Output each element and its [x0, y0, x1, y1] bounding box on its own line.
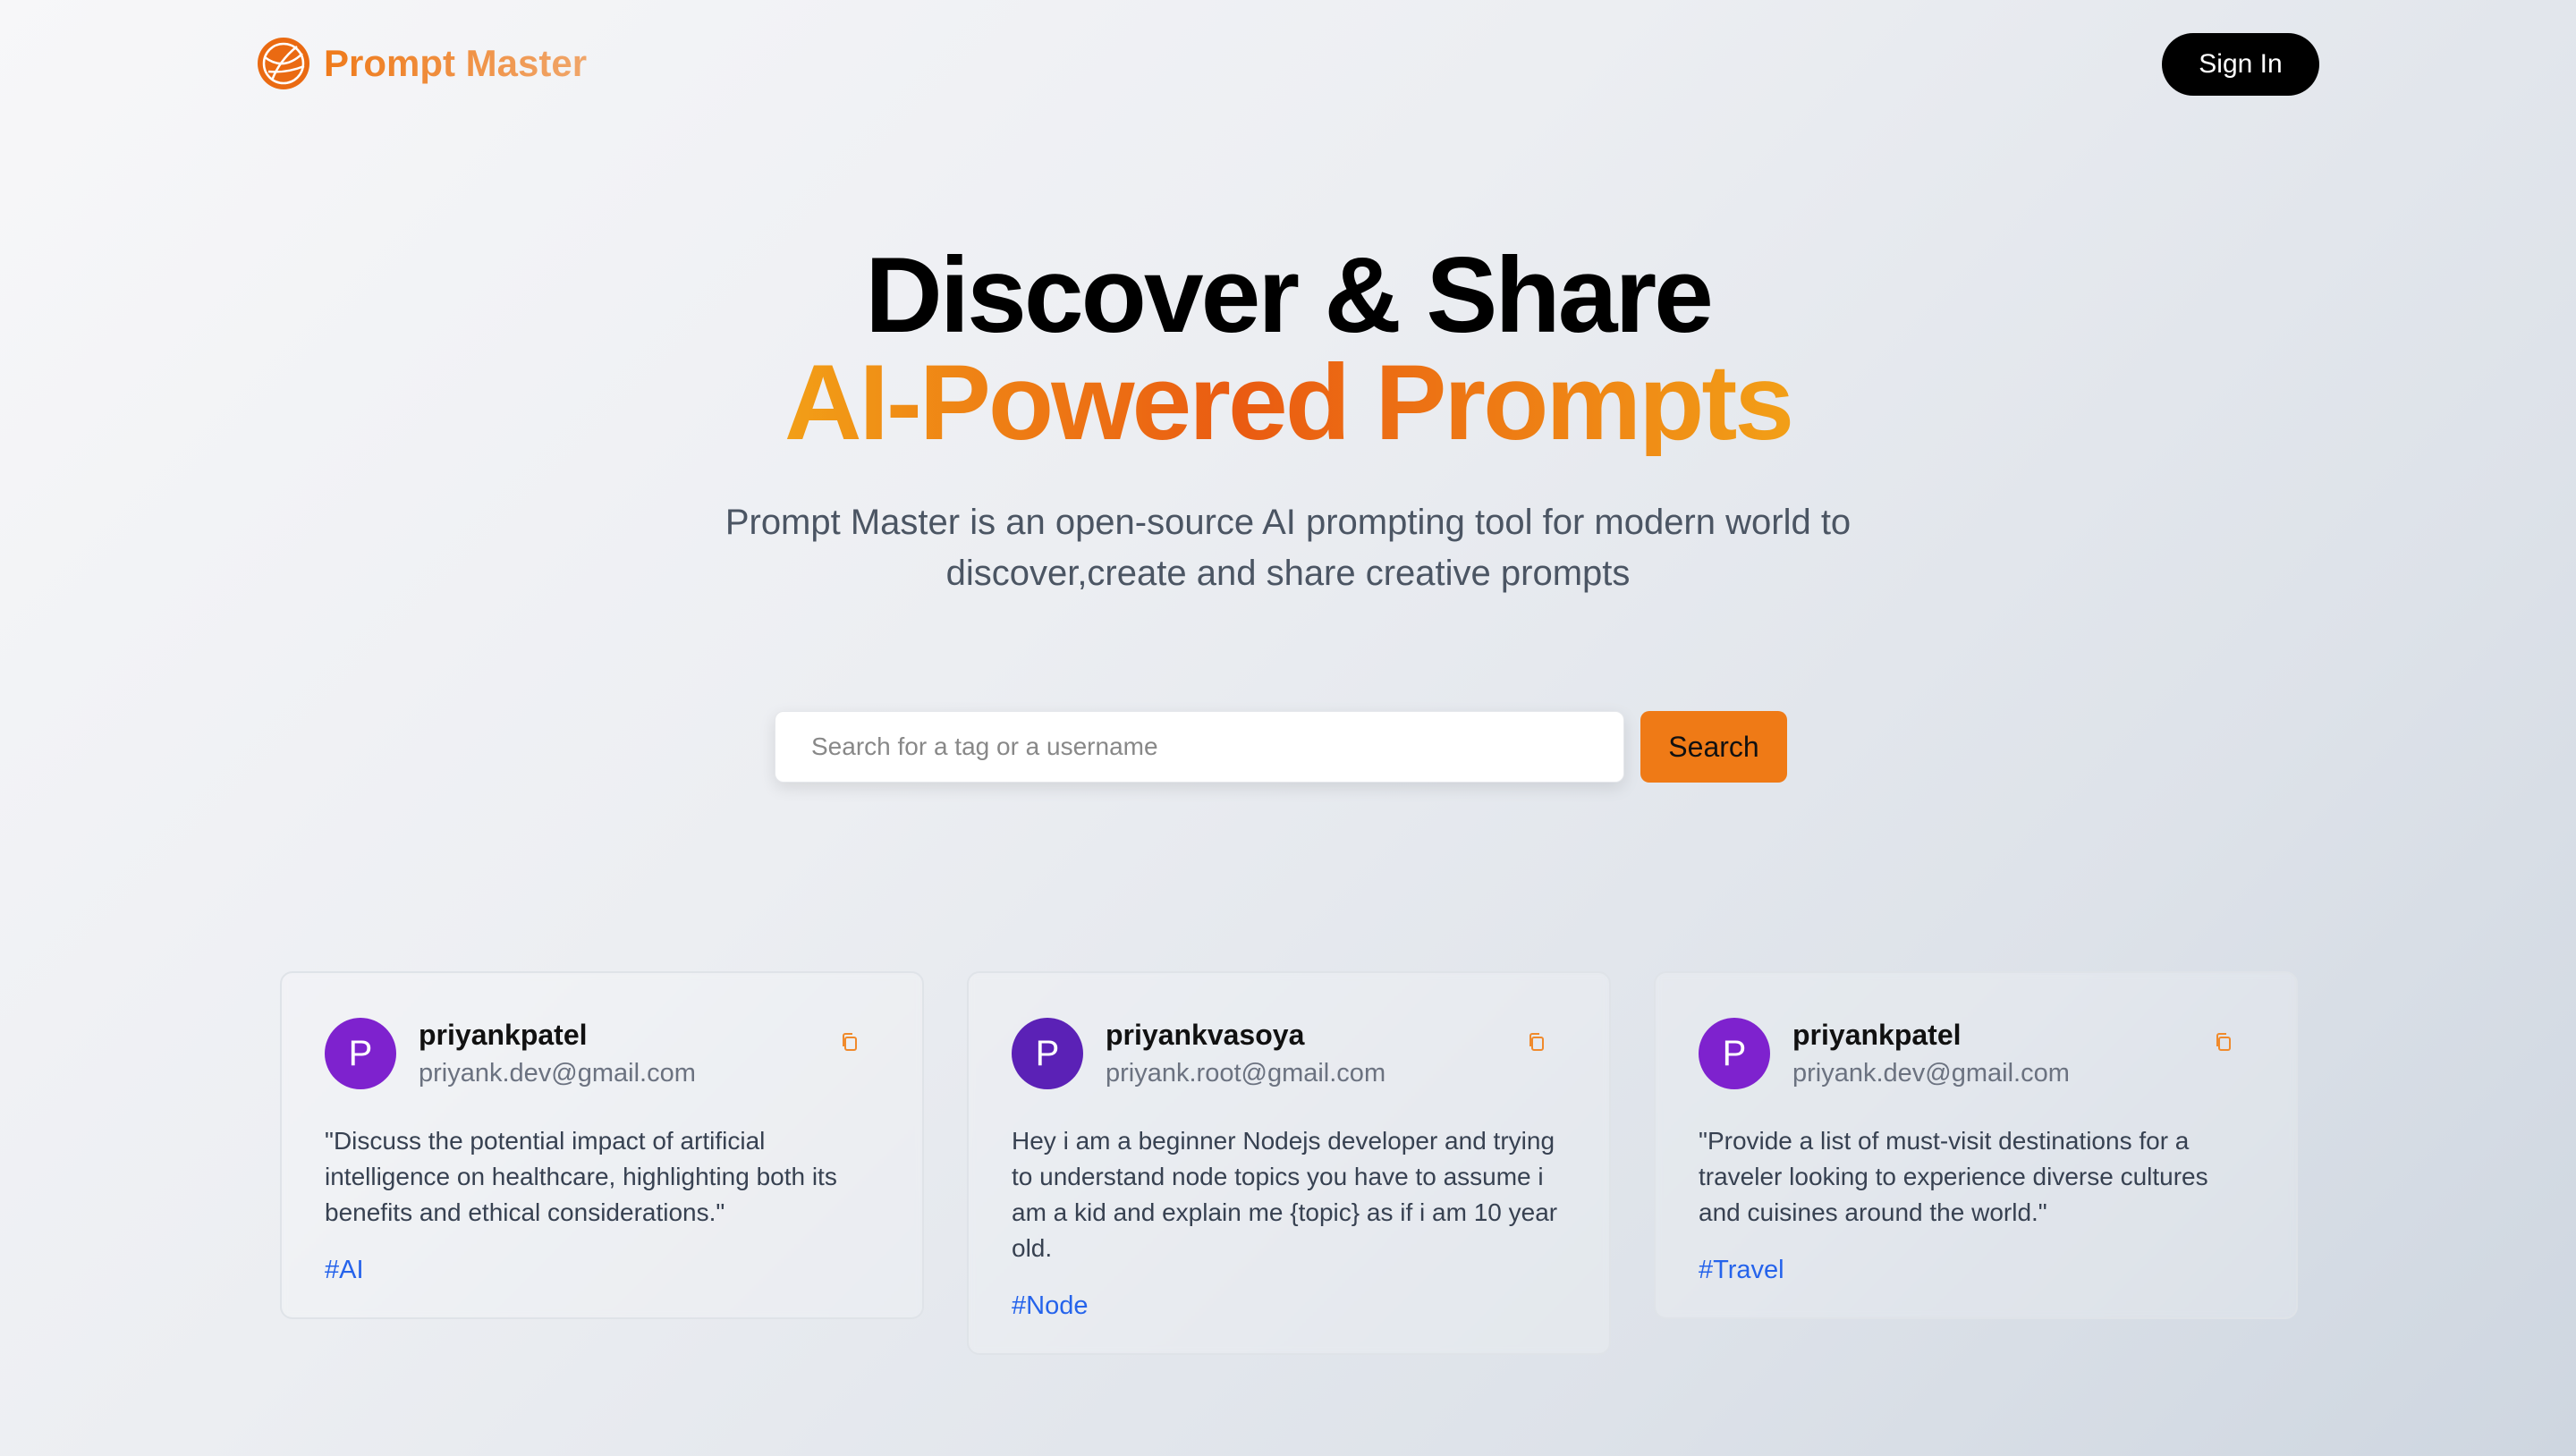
- user-info: priyankpatel priyank.dev@gmail.com: [1792, 1018, 2070, 1089]
- username[interactable]: priyankpatel: [1792, 1018, 2070, 1052]
- navbar: Prompt Master Sign In: [0, 0, 2576, 130]
- user-info: priyankpatel priyank.dev@gmail.com: [419, 1018, 696, 1089]
- avatar[interactable]: P: [1012, 1018, 1083, 1089]
- hero-title-line1: Discover & Share: [865, 235, 1714, 355]
- card-header: P priyankvasoya priyank.root@gmail.com: [1012, 1018, 1566, 1089]
- hero-title-line2: AI-Powered Prompts: [784, 343, 1794, 462]
- hero-title: Discover & Share AI-Powered Prompts: [0, 241, 2576, 456]
- avatar[interactable]: P: [1699, 1018, 1770, 1089]
- globe-logo-icon: [258, 38, 309, 89]
- search-button[interactable]: Search: [1640, 711, 1787, 783]
- prompt-tag[interactable]: #Travel: [1699, 1256, 1784, 1285]
- user-email: priyank.root@gmail.com: [1106, 1059, 1386, 1088]
- prompt-text: "Provide a list of must-visit destinatio…: [1699, 1127, 2208, 1226]
- hero-description: Prompt Master is an open-source AI promp…: [724, 503, 1852, 593]
- prompt-tag[interactable]: #AI: [325, 1256, 364, 1285]
- logo-text: Prompt Master: [324, 42, 588, 84]
- sign-in-button[interactable]: Sign In: [2162, 33, 2319, 96]
- prompt-card: P priyankpatel priyank.dev@gmail.com "Pr…: [1654, 971, 2298, 1319]
- search-form: Search: [775, 711, 1787, 783]
- user-email: priyank.dev@gmail.com: [419, 1059, 696, 1088]
- search-input[interactable]: [775, 711, 1624, 783]
- card-header: P priyankpatel priyank.dev@gmail.com: [325, 1018, 879, 1089]
- username[interactable]: priyankvasoya: [1106, 1018, 1385, 1052]
- user-info: priyankvasoya priyank.root@gmail.com: [1106, 1018, 1385, 1089]
- user-email: priyank.dev@gmail.com: [1792, 1059, 2070, 1088]
- prompt-text: Hey i am a beginner Nodejs developer and…: [1012, 1127, 1558, 1262]
- hero-section: Discover & Share AI-Powered Prompts Prom…: [0, 241, 2576, 599]
- copy-icon[interactable]: [838, 1030, 861, 1054]
- prompt-text: "Discuss the potential impact of artific…: [325, 1127, 837, 1226]
- prompt-card: P priyankpatel priyank.dev@gmail.com "Di…: [280, 971, 924, 1319]
- prompt-tag[interactable]: #Node: [1012, 1291, 1088, 1321]
- prompt-card: P priyankvasoya priyank.root@gmail.com H…: [967, 971, 1611, 1355]
- avatar[interactable]: P: [325, 1018, 396, 1089]
- logo-link[interactable]: Prompt Master: [256, 36, 587, 91]
- username[interactable]: priyankpatel: [419, 1018, 696, 1052]
- card-header: P priyankpatel priyank.dev@gmail.com: [1699, 1018, 2253, 1089]
- copy-icon[interactable]: [2212, 1030, 2235, 1054]
- copy-icon[interactable]: [1525, 1030, 1548, 1054]
